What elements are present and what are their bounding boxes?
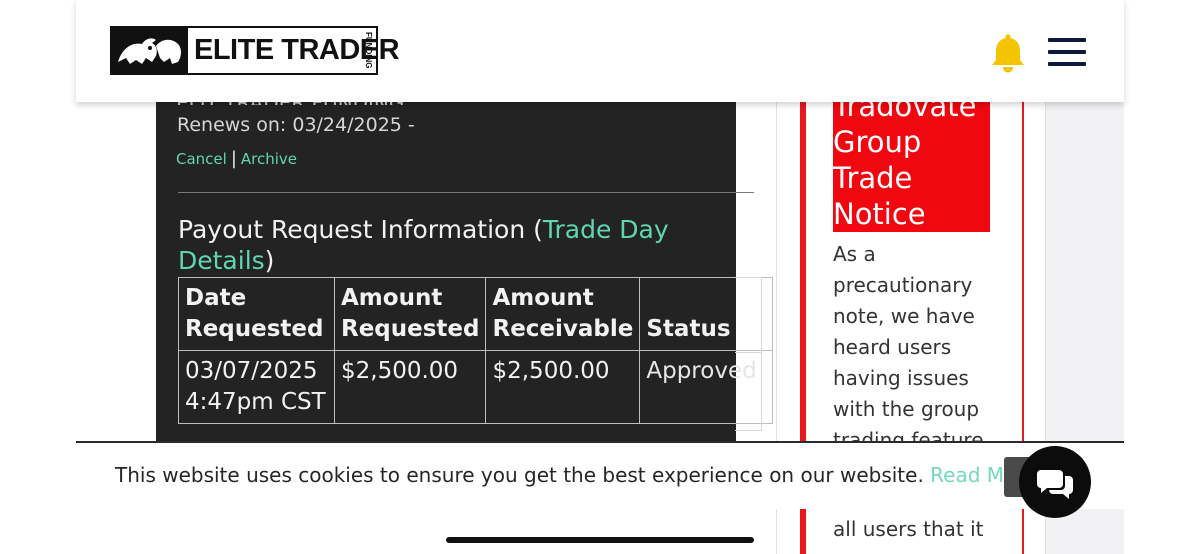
link-separator: | [230, 148, 237, 169]
column-header-amount-requested: Amount Requested [333, 277, 487, 351]
elite-trader-logo[interactable]: ELITE TRADER FUNDING [110, 26, 400, 75]
table-row: 03/07/2025 4:47pm CST $2,500.00 $2,500.0… [178, 350, 774, 424]
subscription-links: Cancel | Archive [176, 148, 297, 169]
divider [178, 192, 754, 193]
bull-bear-logo-icon [112, 28, 188, 73]
payout-title: Payout Request Information (Trade Day De… [178, 215, 669, 275]
table-overflow-divider [735, 352, 761, 353]
column-header-amount-receivable: Amount Receivable [485, 277, 641, 351]
home-indicator [446, 537, 754, 543]
payout-table: Date Requested Amount Requested Amount R… [178, 277, 774, 424]
notice-body: As a precautionary note, we have heard u… [833, 242, 984, 452]
cell-date: 03/07/2025 4:47pm CST [178, 350, 335, 424]
cell-amount-requested: $2,500.00 [333, 350, 487, 424]
cookie-banner: This website uses cookies to ensure you … [76, 441, 1124, 509]
notice-body-continued: all users that it [833, 517, 984, 541]
cell-amount-receivable: $2,500.00 [485, 350, 641, 424]
cancel-link[interactable]: Cancel [176, 150, 227, 168]
table-header-row: Date Requested Amount Requested Amount R… [178, 277, 774, 351]
logo-subtext: FUNDING [364, 32, 373, 69]
chat-bubbles-icon [1037, 470, 1073, 499]
renews-date: Renews on: 03/24/2025 - [177, 114, 415, 136]
table-overflow-border [735, 277, 762, 431]
hamburger-menu-icon[interactable] [1048, 38, 1086, 66]
column-header-date: Date Requested [178, 277, 335, 351]
cookie-message: This website uses cookies to ensure you … [115, 463, 1043, 487]
bell-icon[interactable] [990, 33, 1026, 73]
archive-link[interactable]: Archive [241, 150, 297, 168]
notice-title[interactable]: Tradovate Group Trade Notice [833, 88, 990, 232]
chat-button[interactable] [1019, 446, 1091, 518]
